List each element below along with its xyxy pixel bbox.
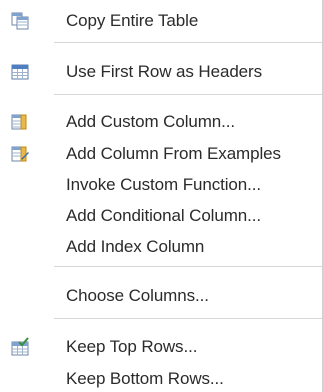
menu-item-label: Add Custom Column... [66, 112, 236, 131]
copy-table-icon [10, 11, 30, 31]
menu-item-label: Add Column From Examples [66, 144, 281, 163]
menu-separator [54, 94, 323, 95]
column-from-examples-icon [10, 144, 30, 164]
menu-separator [54, 42, 323, 43]
menu-separator [54, 318, 323, 319]
context-menu: Copy Entire Table Use First Row as Heade… [0, 0, 323, 392]
custom-column-icon [10, 112, 30, 132]
keep-rows-icon [10, 337, 30, 357]
menu-item-add-conditional-column[interactable]: Add Conditional Column... [0, 199, 323, 233]
table-headers-icon [10, 62, 30, 82]
menu-item-label: Choose Columns... [66, 286, 209, 305]
menu-item-label: Add Index Column [66, 237, 205, 256]
menu-item-invoke-custom-function[interactable]: Invoke Custom Function... [0, 168, 323, 202]
menu-item-add-column-from-examples[interactable]: Add Column From Examples [0, 137, 323, 171]
menu-item-keep-top-rows[interactable]: Keep Top Rows... [0, 330, 323, 364]
menu-item-label: Use First Row as Headers [66, 62, 262, 81]
menu-item-label: Keep Top Rows... [66, 337, 198, 356]
menu-separator [54, 266, 323, 267]
menu-item-keep-bottom-rows[interactable]: Keep Bottom Rows... [0, 362, 323, 392]
menu-item-label: Keep Bottom Rows... [66, 369, 224, 388]
menu-item-use-first-row-as-headers[interactable]: Use First Row as Headers [0, 55, 323, 89]
menu-item-label: Copy Entire Table [66, 11, 199, 30]
menu-item-copy-entire-table[interactable]: Copy Entire Table [0, 4, 323, 38]
menu-item-add-index-column[interactable]: Add Index Column [0, 230, 323, 264]
menu-item-label: Invoke Custom Function... [66, 175, 261, 194]
menu-item-choose-columns[interactable]: Choose Columns... [0, 279, 323, 313]
menu-item-label: Add Conditional Column... [66, 206, 262, 225]
menu-item-add-custom-column[interactable]: Add Custom Column... [0, 105, 323, 139]
